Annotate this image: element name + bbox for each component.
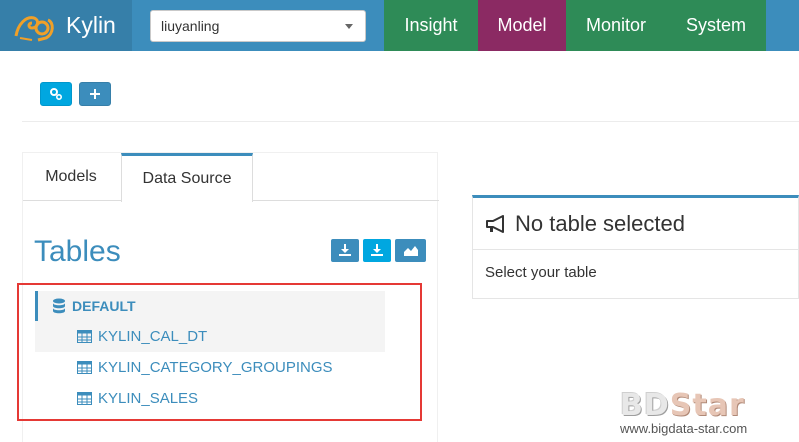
detail-hint: Select your table: [485, 264, 597, 281]
watermark-logo: BDStar: [620, 388, 745, 423]
watermark: BDStar www.bigdata-star.com: [620, 388, 790, 436]
download-icon: [339, 244, 351, 256]
nav-tab-insight[interactable]: Insight: [384, 0, 478, 51]
load-table-tree-button[interactable]: [363, 239, 391, 262]
divider: [22, 121, 799, 122]
nav-tab-monitor[interactable]: Monitor: [566, 0, 666, 51]
brand[interactable]: Kylin: [0, 0, 132, 51]
area-chart-button[interactable]: [395, 239, 426, 262]
watermark-url: www.bigdata-star.com: [620, 421, 748, 436]
plus-icon: [90, 89, 100, 99]
nav-tab-model[interactable]: Model: [478, 0, 566, 51]
tab-models[interactable]: Models: [23, 153, 119, 201]
brand-name: Kylin: [66, 12, 116, 38]
load-table-button[interactable]: [331, 239, 359, 262]
kylin-logo-icon: [14, 15, 54, 41]
download-icon: [371, 244, 383, 256]
highlight-annotation-box: [17, 283, 422, 421]
nav-tab-system[interactable]: System: [666, 0, 766, 51]
chevron-down-icon: [345, 24, 353, 29]
tables-heading: Tables: [34, 235, 121, 268]
table-detail-panel: No table selected Select your table: [472, 195, 799, 299]
add-button[interactable]: [79, 82, 111, 106]
panel-tabs: Models Data Source: [23, 153, 439, 202]
bullhorn-icon: [486, 214, 504, 233]
detail-title: No table selected: [515, 210, 685, 236]
project-select-value: liuyanling: [161, 18, 220, 34]
top-navbar: Kylin liuyanling Insight Model Monitor S…: [0, 0, 799, 51]
area-chart-icon: [403, 246, 418, 256]
project-select[interactable]: liuyanling: [150, 10, 366, 42]
tab-data-source[interactable]: Data Source: [121, 153, 253, 202]
detail-header: No table selected: [473, 198, 798, 250]
settings-button[interactable]: [40, 82, 72, 106]
gears-icon: [50, 88, 63, 101]
